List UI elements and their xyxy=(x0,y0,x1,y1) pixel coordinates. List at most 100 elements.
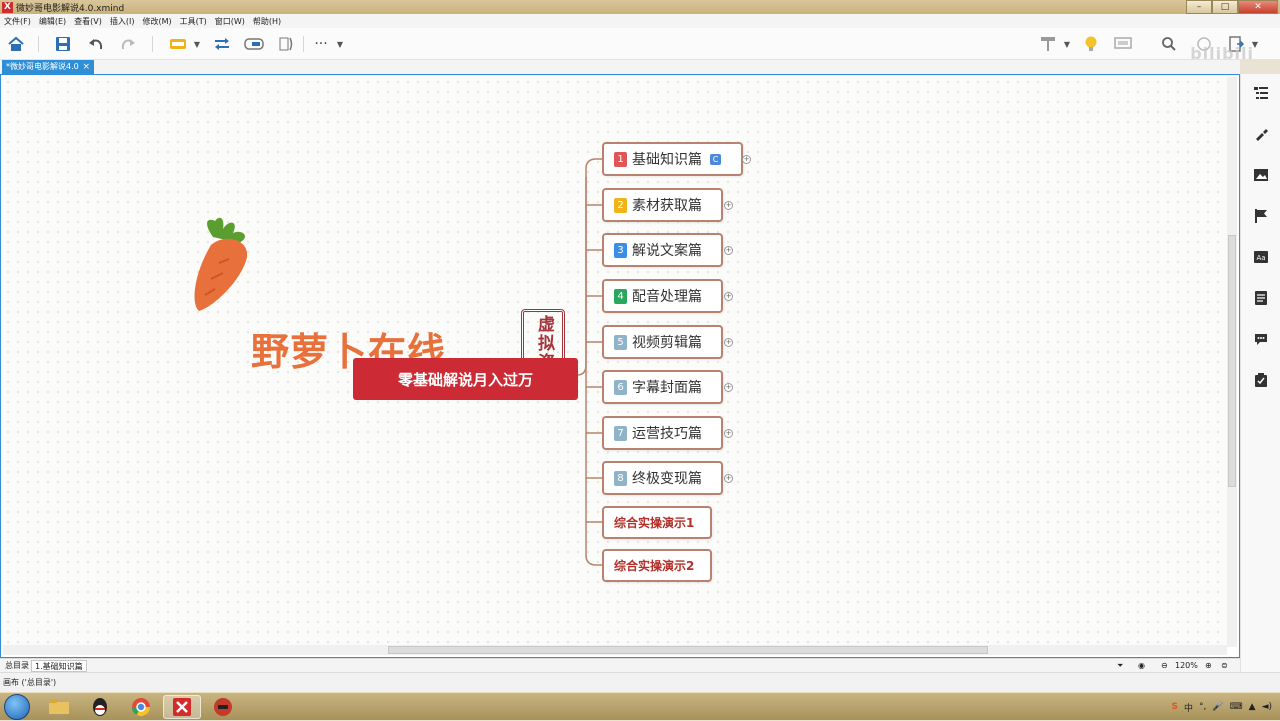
insert-topic-icon[interactable] xyxy=(167,33,189,55)
menu-view[interactable]: 查看(V) xyxy=(74,16,102,27)
maximize-button[interactable]: □ xyxy=(1212,0,1238,14)
network-icon[interactable]: ▲ xyxy=(1249,702,1256,712)
presentation-icon[interactable] xyxy=(1112,33,1134,55)
horizontal-scroll-thumb[interactable] xyxy=(388,646,988,654)
comment-icon[interactable] xyxy=(1252,330,1270,348)
keyboard-icon[interactable]: ⌨ xyxy=(1230,702,1243,712)
tab-document[interactable]: *微妙哥电影解说4.0 × xyxy=(2,60,94,74)
image-icon[interactable] xyxy=(1252,166,1270,184)
expand-icon[interactable]: + xyxy=(724,338,733,347)
ime-indicator[interactable]: 中 xyxy=(1184,701,1193,714)
zoom-out-icon[interactable]: ⊖ xyxy=(1161,659,1168,673)
carrot-logo-icon xyxy=(194,217,248,311)
marker-flag-icon[interactable] xyxy=(1252,207,1270,225)
close-window-button[interactable]: ✕ xyxy=(1238,0,1278,14)
task-clipboard-icon[interactable] xyxy=(1252,371,1270,389)
menu-modify[interactable]: 修改(M) xyxy=(142,16,171,27)
search-icon[interactable] xyxy=(1158,33,1180,55)
tab-label: *微妙哥电影解说4.0 xyxy=(6,62,79,71)
xmind-taskbar-icon[interactable] xyxy=(163,695,201,719)
expand-icon[interactable]: + xyxy=(724,201,733,210)
topic-4[interactable]: 4 配音处理篇 xyxy=(602,279,723,313)
expand-icon[interactable]: + xyxy=(724,429,733,438)
topic-2[interactable]: 2 素材获取篇 xyxy=(602,188,723,222)
fit-view-icon[interactable]: ⊜ xyxy=(1221,659,1228,673)
topic-6[interactable]: 6 字幕封面篇 xyxy=(602,370,723,404)
menu-bar: 文件(F) 编辑(E) 查看(V) 插入(I) 修改(M) 工具(T) 窗口(W… xyxy=(0,14,1280,28)
right-side-panel: Aa xyxy=(1240,74,1280,672)
home-icon[interactable] xyxy=(5,33,27,55)
topic-3[interactable]: 3 解说文案篇 xyxy=(602,233,723,267)
chrome-icon[interactable] xyxy=(122,695,160,719)
format-brush-icon[interactable] xyxy=(1252,125,1270,143)
vertical-scroll-thumb[interactable] xyxy=(1228,235,1236,487)
expand-icon[interactable]: + xyxy=(724,246,733,255)
xmind-app-icon: X xyxy=(2,1,13,13)
expand-icon[interactable]: + xyxy=(724,383,733,392)
horizontal-scrollbar[interactable] xyxy=(3,645,1227,655)
chevron-down-icon[interactable]: ▼ xyxy=(190,33,204,55)
sheet-tab-overview[interactable]: 总目录 xyxy=(2,660,32,672)
save-icon[interactable] xyxy=(52,33,74,55)
expand-icon[interactable]: + xyxy=(742,155,751,164)
menu-help[interactable]: 帮助(H) xyxy=(253,16,281,27)
expand-icon[interactable]: + xyxy=(724,474,733,483)
topic-number: 4 xyxy=(614,288,627,304)
notes-icon[interactable] xyxy=(1252,289,1270,307)
boundary-icon[interactable] xyxy=(243,33,265,55)
file-explorer-icon[interactable] xyxy=(40,695,78,719)
outline-view-icon[interactable] xyxy=(1252,84,1270,102)
punctuation-icon[interactable]: °, xyxy=(1199,702,1206,712)
summary-icon[interactable] xyxy=(275,33,297,55)
svg-text:Aa: Aa xyxy=(1256,254,1265,262)
qq-icon[interactable] xyxy=(81,695,119,719)
windows-taskbar: S 中 °, 🎤 ⌨ ▲ ◄) xyxy=(0,692,1280,720)
start-button[interactable] xyxy=(4,694,30,720)
volume-icon[interactable]: ◄) xyxy=(1262,702,1272,712)
topic-number: 8 xyxy=(614,470,627,486)
topic-5[interactable]: 5 视频剪辑篇 xyxy=(602,325,723,359)
topic-label: 字幕封面篇 xyxy=(632,380,702,396)
filter-icon[interactable]: ⏷ xyxy=(1117,659,1123,673)
mindmap-canvas[interactable]: 野萝卜在线 虚拟资源 零基础解说月入过万 1 基础知识篇 C + 2 素材获取篇… xyxy=(3,77,1227,647)
style-icon[interactable]: Aa xyxy=(1252,248,1270,266)
topic-number: 2 xyxy=(614,197,627,213)
menu-file[interactable]: 文件(F) xyxy=(4,16,31,27)
menu-tools[interactable]: 工具(T) xyxy=(180,16,207,27)
topic-1[interactable]: 1 基础知识篇 C xyxy=(602,142,743,176)
topic-number: 7 xyxy=(614,425,627,441)
vertical-scrollbar[interactable] xyxy=(1227,77,1237,647)
topic-8[interactable]: 8 终极变现篇 xyxy=(602,461,723,495)
topic-label: 视频剪辑篇 xyxy=(632,335,702,351)
redo-icon[interactable] xyxy=(117,33,139,55)
more-icon[interactable]: ··· xyxy=(310,33,332,55)
menu-insert[interactable]: 插入(I) xyxy=(110,16,135,27)
editor-tab-strip: *微妙哥电影解说4.0 × xyxy=(0,60,1240,74)
sheet-tab-basics[interactable]: 1.基础知识篇 xyxy=(31,660,87,672)
menu-window[interactable]: 窗口(W) xyxy=(215,16,245,27)
eye-icon[interactable]: ◉ xyxy=(1138,659,1145,673)
lightbulb-icon[interactable] xyxy=(1080,33,1102,55)
more-chevron-icon[interactable]: ▼ xyxy=(333,33,347,55)
topic-number: 3 xyxy=(614,242,627,258)
window-title: 微妙哥电影解说4.0.xmind xyxy=(16,3,125,14)
central-topic[interactable]: 零基础解说月入过万 xyxy=(353,358,578,400)
zoom-in-icon[interactable]: ⊕ xyxy=(1205,659,1212,673)
menu-edit[interactable]: 编辑(E) xyxy=(39,16,66,27)
expand-icon[interactable]: + xyxy=(724,292,733,301)
zoom-level[interactable]: 120% xyxy=(1175,659,1198,673)
topic-7[interactable]: 7 运营技巧篇 xyxy=(602,416,723,450)
topic-demo-2[interactable]: 综合实操演示2 xyxy=(602,549,712,582)
outline-icon[interactable] xyxy=(1037,33,1059,55)
sogou-icon[interactable]: S xyxy=(1172,702,1178,712)
minimize-button[interactable]: – xyxy=(1186,0,1212,14)
outline-chevron-icon[interactable]: ▼ xyxy=(1060,33,1074,55)
tab-close-icon[interactable]: × xyxy=(82,60,90,74)
topic-demo-1[interactable]: 综合实操演示1 xyxy=(602,506,712,539)
undo-icon[interactable] xyxy=(85,33,107,55)
microphone-icon[interactable]: 🎤 xyxy=(1212,702,1223,712)
topic-label: 配音处理篇 xyxy=(632,289,702,305)
relationship-icon[interactable] xyxy=(211,33,233,55)
recorder-icon[interactable] xyxy=(204,695,242,719)
topic-label: 运营技巧篇 xyxy=(632,426,702,442)
